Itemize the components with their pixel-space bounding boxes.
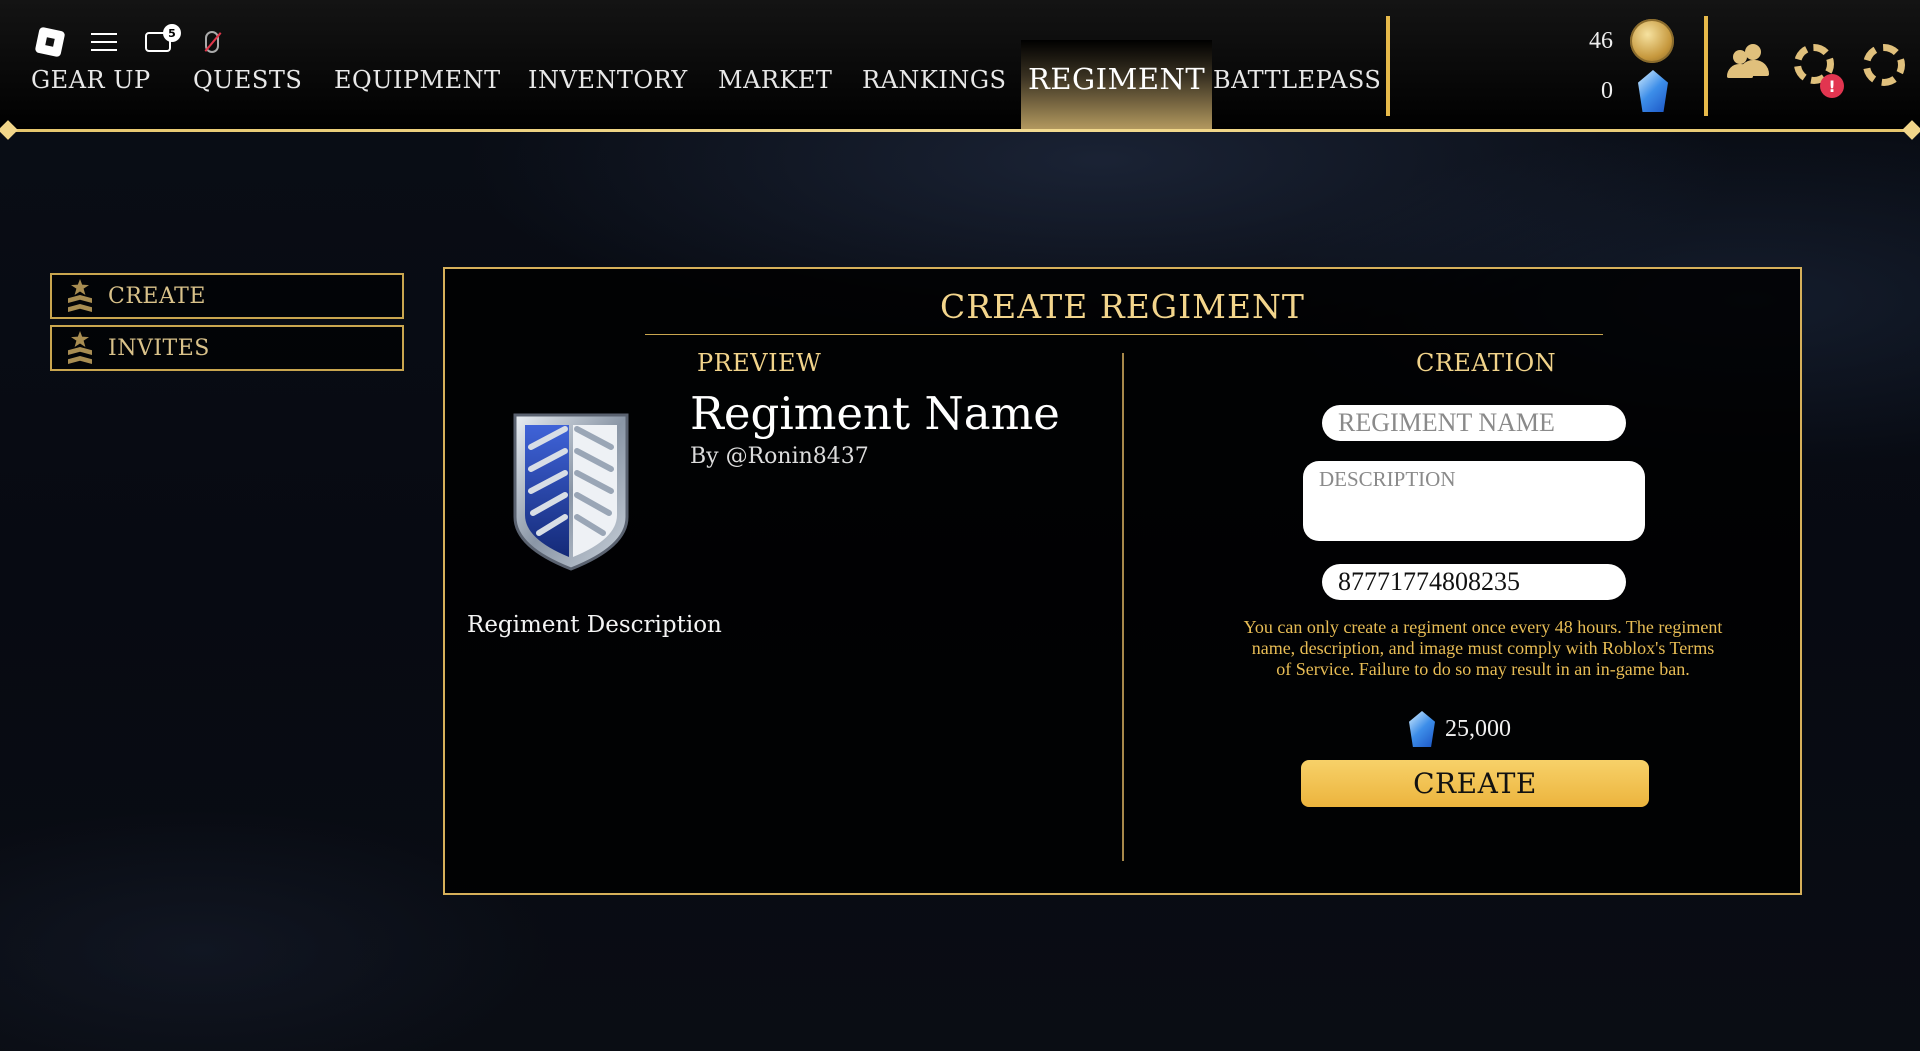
sidebar-item-label: INVITES: [108, 335, 210, 361]
tab-rankings[interactable]: RANKINGS: [862, 40, 1006, 132]
tab-quests[interactable]: QUESTS: [193, 40, 302, 132]
cost-amount: 25,000: [1445, 715, 1511, 742]
preview-description: Regiment Description: [467, 612, 722, 638]
currency-divider: [1704, 16, 1708, 116]
crystal-icon: [1409, 711, 1435, 747]
sidebar-item-create[interactable]: CREATE: [50, 273, 404, 319]
tab-gear-up[interactable]: GEAR UP: [31, 40, 151, 132]
description-input[interactable]: DESCRIPTION: [1303, 461, 1645, 541]
preview-regiment-name: Regiment Name: [690, 387, 1060, 440]
top-bar: 5 GEAR UP QUESTS EQUIPMENT INVENTORY MAR…: [0, 0, 1920, 132]
nav-divider: [1386, 16, 1390, 116]
achievements-alert-badge: !: [1820, 74, 1844, 98]
image-id-input[interactable]: 87771774808235: [1322, 564, 1626, 600]
sidebar-item-invites[interactable]: INVITES: [50, 325, 404, 371]
sidebar-item-label: CREATE: [108, 283, 206, 309]
create-regiment-panel: CREATE REGIMENT PREVIEW Regiment Name By…: [443, 267, 1802, 895]
panel-title: CREATE REGIMENT: [940, 287, 1305, 326]
create-regiment-button[interactable]: CREATE: [1301, 760, 1649, 807]
title-rule: [645, 334, 1603, 335]
crystal-amount: 0: [1601, 78, 1613, 104]
rank-chevron-icon: [68, 331, 92, 365]
creation-label: CREATION: [1416, 349, 1557, 377]
panel-divider: [1122, 353, 1124, 861]
tab-equipment[interactable]: EQUIPMENT: [334, 40, 501, 132]
tab-market[interactable]: MARKET: [718, 40, 832, 132]
gold-amount: 46: [1589, 28, 1613, 54]
preview-label: PREVIEW: [697, 349, 822, 377]
tab-battlepass[interactable]: BATTLEPASS: [1213, 40, 1381, 132]
gold-coin-icon: [1630, 19, 1674, 63]
regiment-emblem-icon: [513, 413, 629, 571]
chat-badge: 5: [163, 24, 181, 42]
tab-inventory[interactable]: INVENTORY: [528, 40, 688, 132]
preview-author: By @Ronin8437: [690, 444, 869, 469]
tab-regiment[interactable]: REGIMENT: [1021, 40, 1213, 132]
settings-icon[interactable]: [1861, 42, 1911, 88]
rank-chevron-icon: [68, 279, 92, 313]
creation-cost: 25,000: [1409, 709, 1511, 749]
regiment-name-input[interactable]: REGIMENT NAME: [1322, 405, 1626, 441]
creation-notice: You can only create a regiment once ever…: [1243, 617, 1723, 679]
achievements-icon[interactable]: !: [1792, 42, 1844, 98]
crystal-icon: [1638, 70, 1668, 112]
header-gold-rule: [8, 129, 1912, 132]
friends-icon[interactable]: [1727, 42, 1777, 88]
